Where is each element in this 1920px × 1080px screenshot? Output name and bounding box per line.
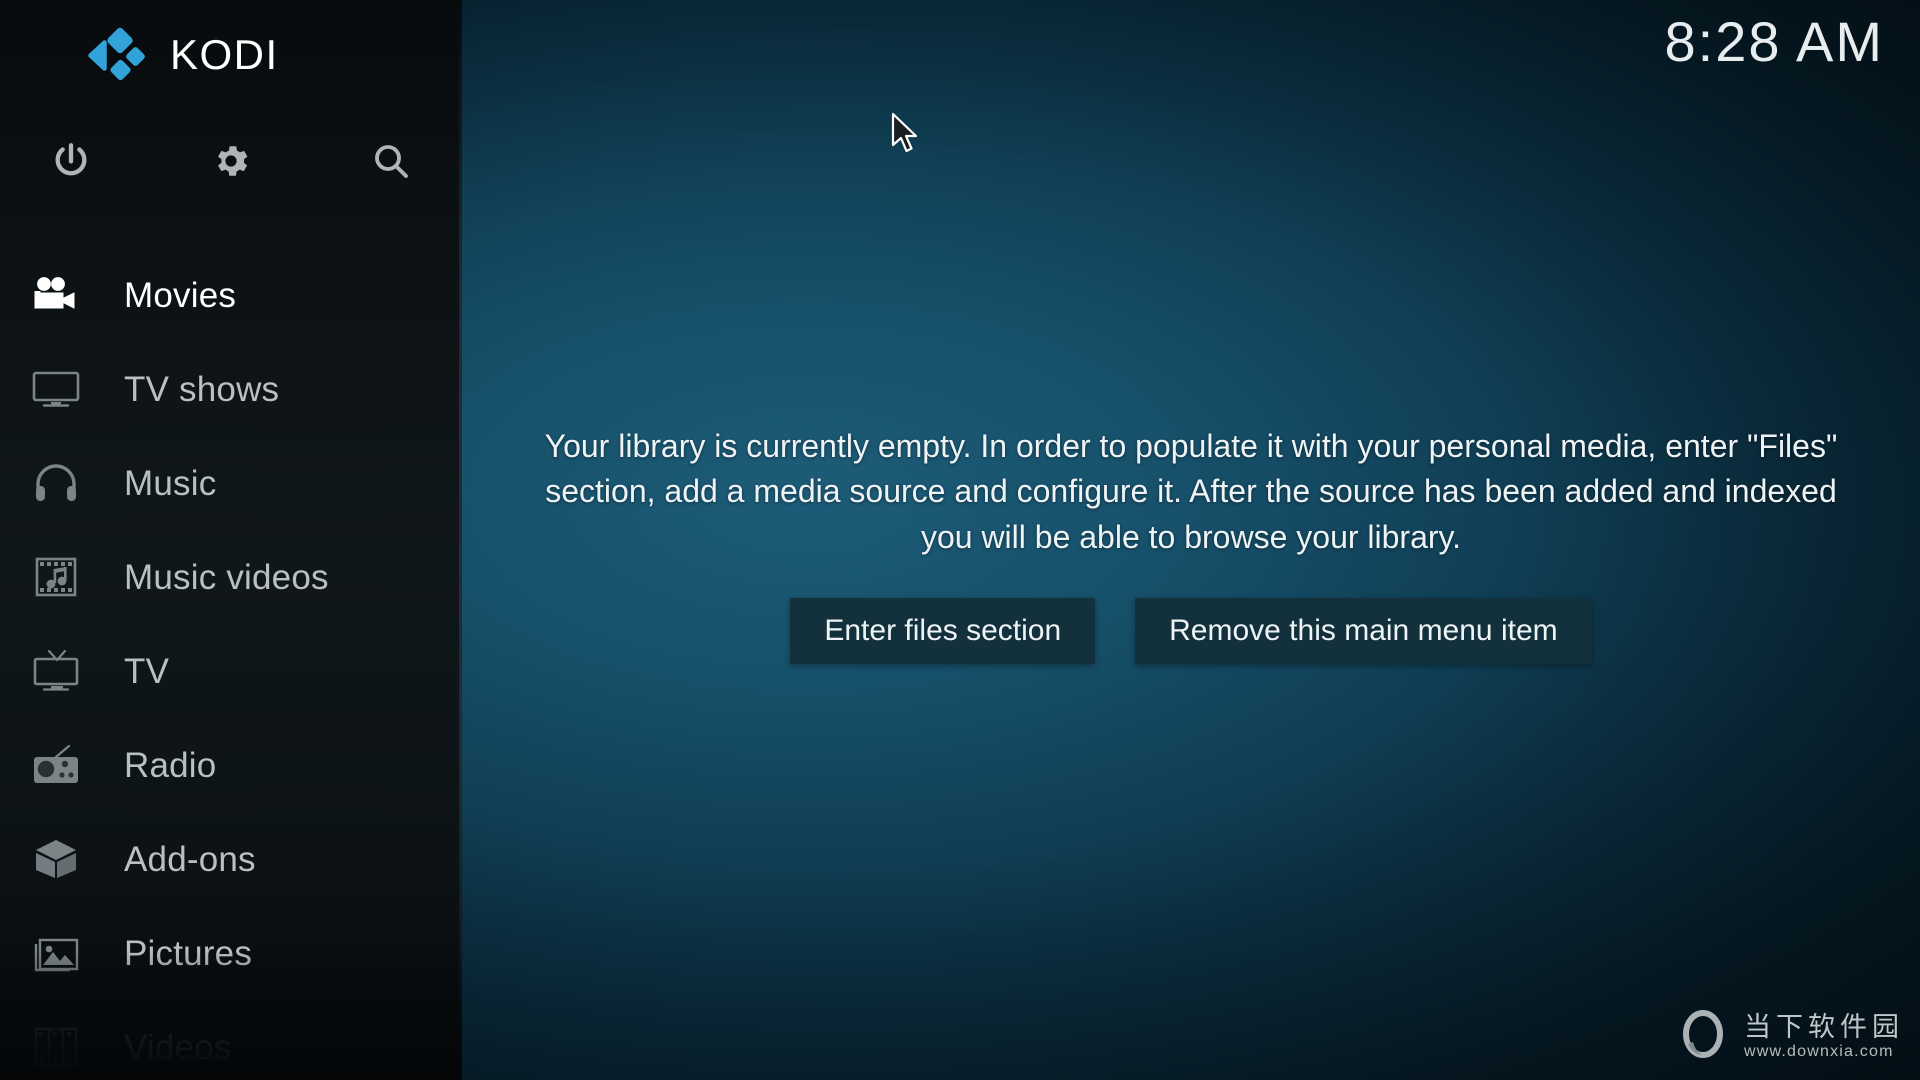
sidebar-item-movies[interactable]: Movies bbox=[0, 248, 462, 342]
sidebar-toolbar bbox=[0, 128, 462, 194]
power-icon bbox=[51, 141, 91, 181]
watermark-cn: 当下软件园 bbox=[1744, 1014, 1904, 1041]
sidebar-item-label: Add-ons bbox=[124, 842, 256, 877]
movie-camera-icon bbox=[26, 269, 86, 321]
app-logo-text: KODI bbox=[170, 34, 279, 76]
clock: 8:28 AM bbox=[1665, 8, 1884, 75]
sidebar-item-videos[interactable]: Videos bbox=[0, 1000, 462, 1080]
sidebar-item-tv[interactable]: TV bbox=[0, 624, 462, 718]
sidebar-item-label: Music bbox=[124, 466, 216, 501]
filmstrip-icon bbox=[26, 1021, 86, 1073]
sidebar-item-label: TV shows bbox=[124, 372, 279, 407]
sidebar-item-label: Radio bbox=[124, 748, 216, 783]
empty-library-message: Your library is currently empty. In orde… bbox=[536, 424, 1846, 560]
music-film-icon bbox=[26, 551, 86, 603]
sidebar-item-tv-shows[interactable]: TV shows bbox=[0, 342, 462, 436]
watermark: 当下软件园 www.downxia.com bbox=[1674, 1008, 1904, 1066]
settings-button[interactable] bbox=[198, 128, 264, 194]
enter-files-section-button[interactable]: Enter files section bbox=[790, 598, 1095, 664]
action-button-row: Enter files section Remove this main men… bbox=[790, 598, 1591, 664]
gear-icon bbox=[210, 140, 252, 182]
app-logo: KODI bbox=[86, 26, 279, 84]
watermark-text: 当下软件园 www.downxia.com bbox=[1744, 1014, 1904, 1060]
main-menu: Movies TV shows bbox=[0, 248, 462, 1080]
sidebar-item-label: TV bbox=[124, 654, 169, 689]
sidebar-item-pictures[interactable]: Pictures bbox=[0, 906, 462, 1000]
tv-antenna-icon bbox=[26, 645, 86, 697]
search-icon bbox=[371, 141, 411, 181]
search-button[interactable] bbox=[358, 128, 424, 194]
kodi-home-screen: 8:28 AM Your library is currently empty.… bbox=[0, 0, 1920, 1080]
open-box-icon bbox=[26, 833, 86, 885]
remove-main-menu-item-button[interactable]: Remove this main menu item bbox=[1135, 598, 1591, 664]
television-icon bbox=[26, 363, 86, 415]
sidebar-item-label: Movies bbox=[124, 278, 236, 313]
watermark-logo-icon bbox=[1674, 1008, 1732, 1066]
kodi-logo-icon bbox=[86, 26, 148, 84]
sidebar-item-radio[interactable]: Radio bbox=[0, 718, 462, 812]
watermark-url: www.downxia.com bbox=[1744, 1044, 1904, 1060]
power-button[interactable] bbox=[38, 128, 104, 194]
sidebar-item-add-ons[interactable]: Add-ons bbox=[0, 812, 462, 906]
main-content: Your library is currently empty. In orde… bbox=[462, 0, 1920, 1080]
sidebar-item-music[interactable]: Music bbox=[0, 436, 462, 530]
photo-icon bbox=[26, 927, 86, 979]
headphones-icon bbox=[26, 457, 86, 509]
sidebar: KODI bbox=[0, 0, 462, 1080]
sidebar-item-label: Pictures bbox=[124, 936, 252, 971]
sidebar-item-music-videos[interactable]: Music videos bbox=[0, 530, 462, 624]
sidebar-item-label: Videos bbox=[124, 1030, 232, 1065]
sidebar-item-label: Music videos bbox=[124, 560, 329, 595]
radio-icon bbox=[26, 739, 86, 791]
